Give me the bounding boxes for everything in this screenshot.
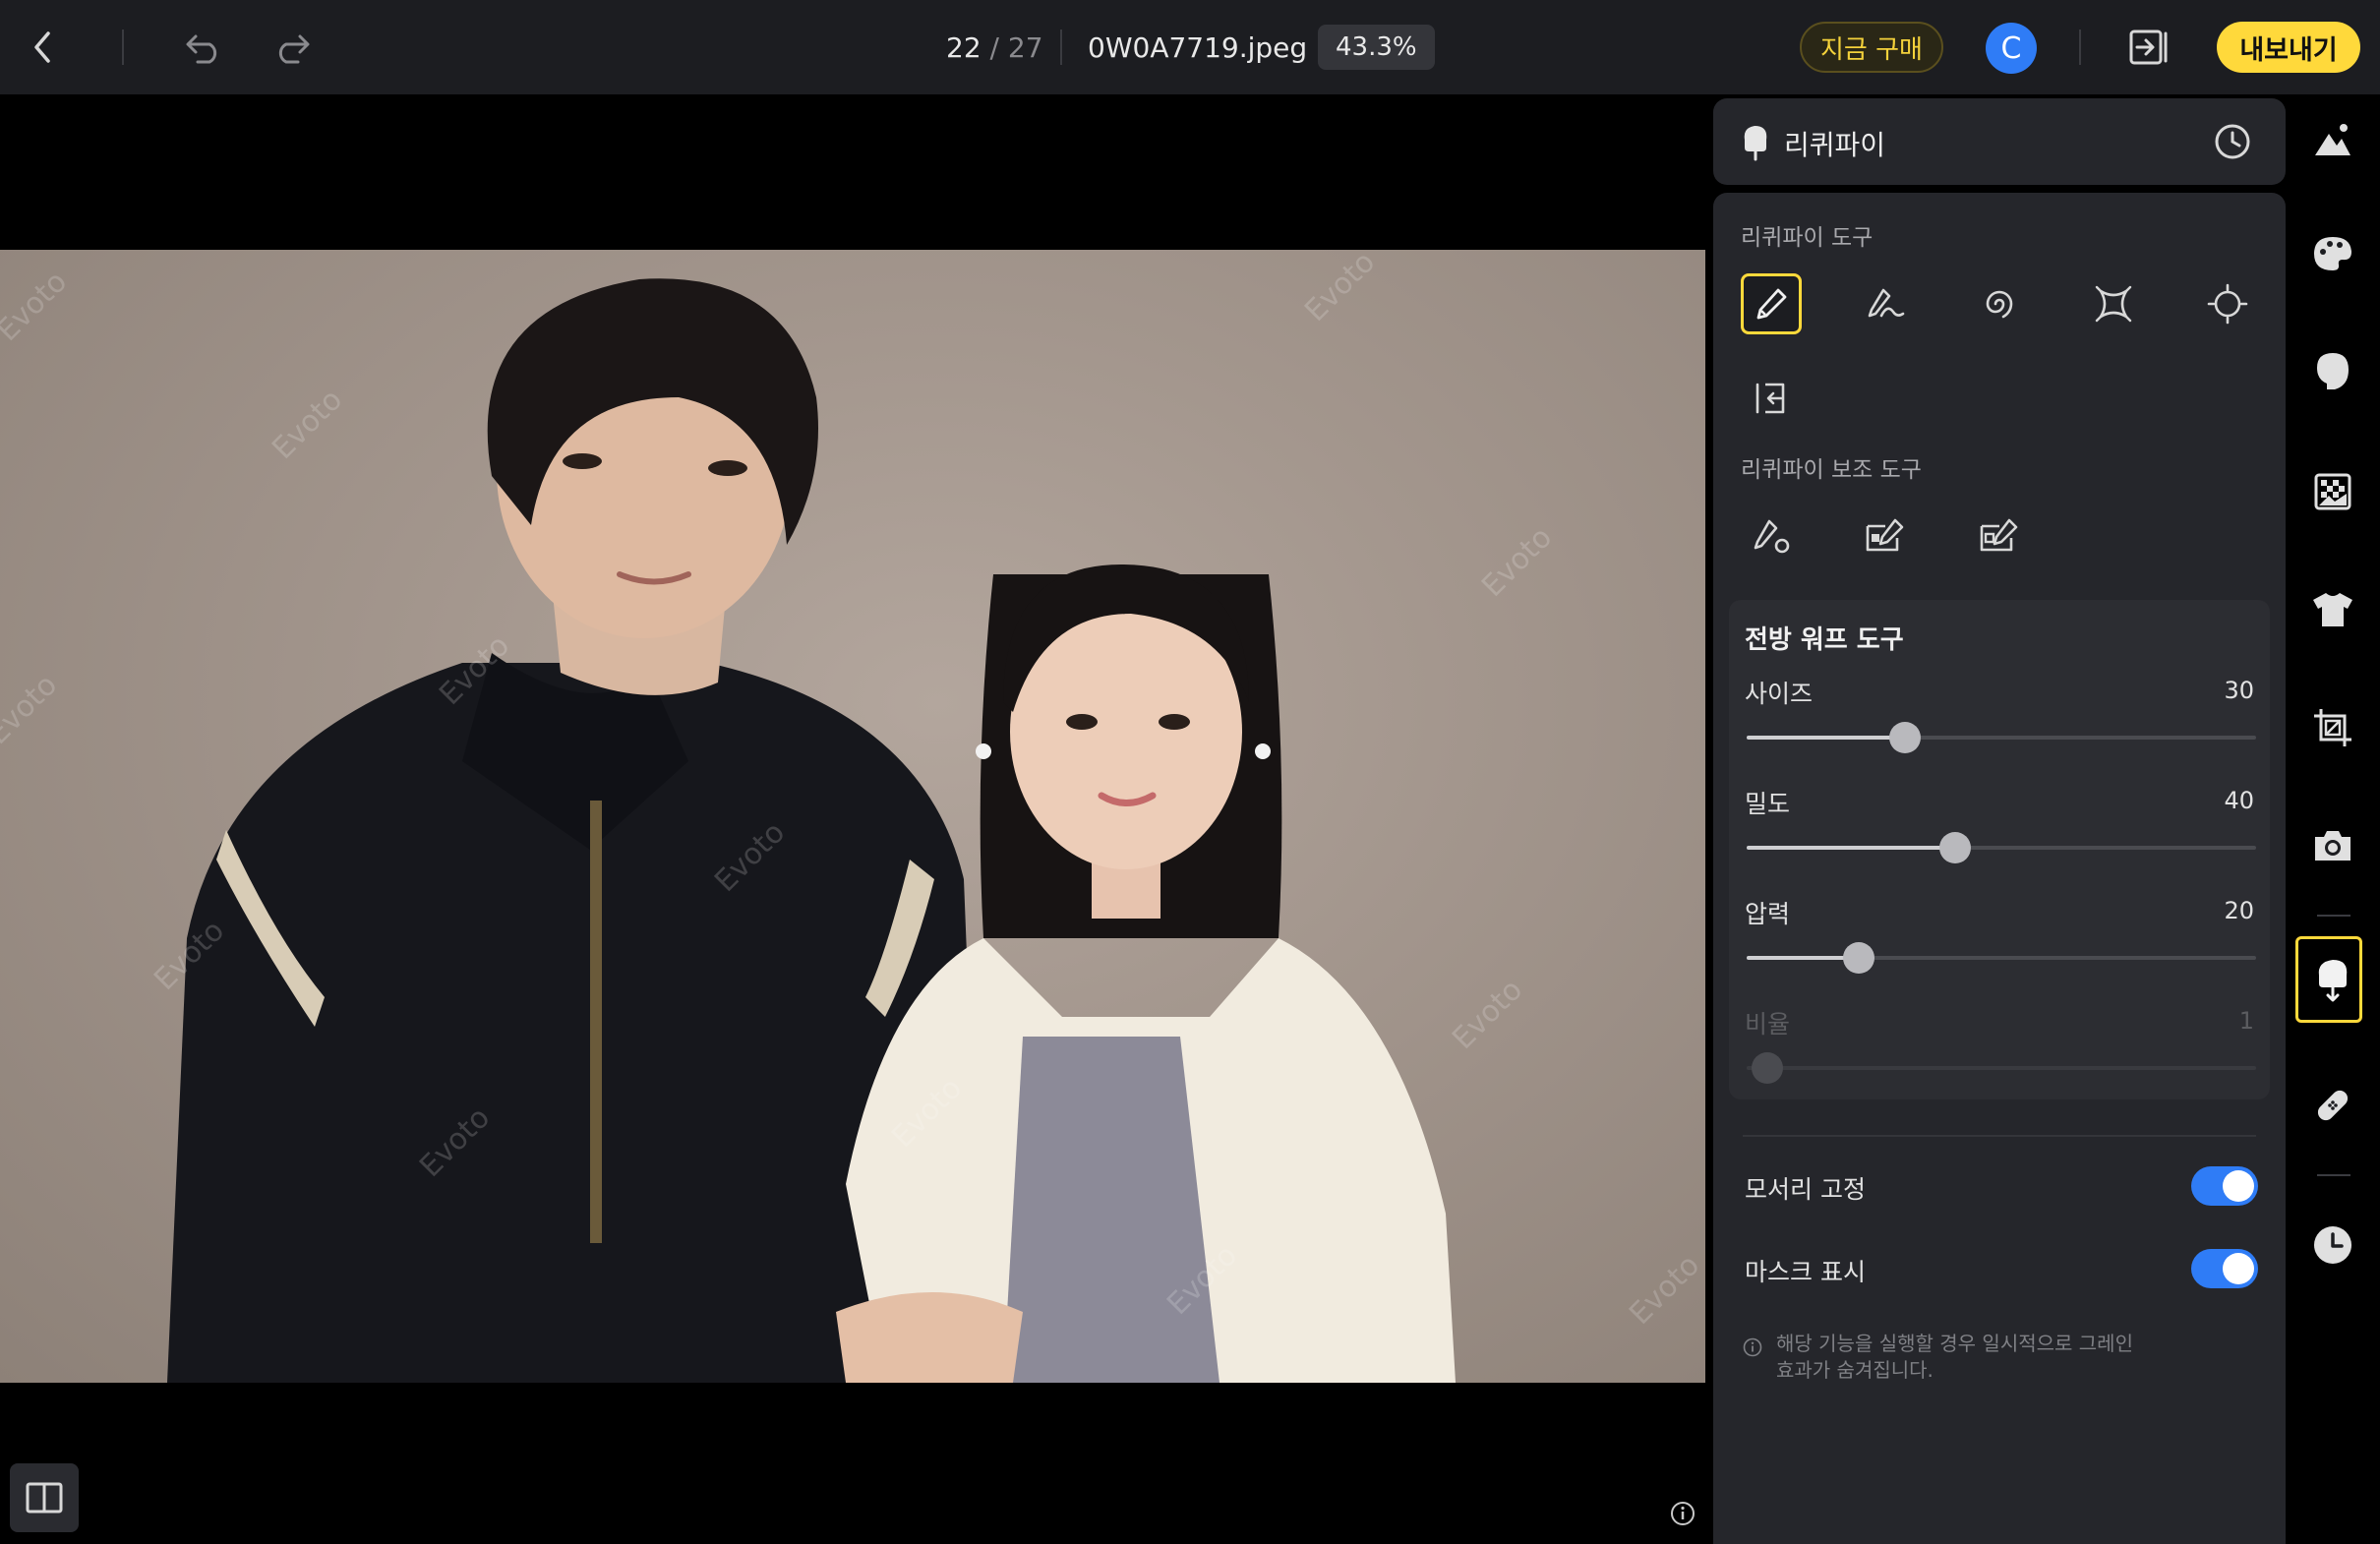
show-mask-label: 마스크 표시 [1745,1258,1866,1286]
info-icon [1743,1337,1762,1357]
file-name: 0W0A7719.jpeg [1088,30,1308,64]
slider-knob [1751,1052,1783,1084]
top-toolbar: 22 / 27 0W0A7719.jpeg 43.3% 지금 구매 C 내보내기 [0,0,2380,94]
export-button[interactable]: 내보내기 [2217,22,2360,73]
rail-separator [2317,1174,2350,1176]
slider-fill [1747,736,1905,740]
density-slider[interactable] [1747,832,2256,863]
ratio-slider [1747,1052,2256,1084]
liquify-panel-header: 리퀴파이 [1713,98,2286,185]
warp-title: 전방 워프 도구 [1745,625,1904,655]
pucker-icon[interactable] [2083,273,2144,334]
slider-knob[interactable] [1888,722,1921,753]
liquify-hand-icon [1739,122,1774,161]
freeze-brush-icon[interactable] [1741,505,1802,566]
counter-separator: / [981,30,1008,64]
note-line: 효과가 숨겨집니다. [1776,1358,1934,1382]
reconstruct-brush-icon[interactable] [1855,273,1916,334]
density-label: 밀도 [1745,790,1791,818]
slider-knob[interactable] [1842,942,1874,974]
counter-current: 22 [946,30,982,64]
user-avatar[interactable]: C [1986,23,2037,74]
liquify-hand-icon[interactable] [2307,954,2358,1005]
push-left-icon[interactable] [1741,368,1802,429]
freeze-mask-icon[interactable] [1855,505,1916,566]
image-canvas[interactable]: Evoto Evoto Evoto Evoto Evoto Evoto Evot… [0,94,1705,1544]
image-counter: 22 / 27 [946,0,1043,94]
photo-preview[interactable]: Evoto Evoto Evoto Evoto Evoto Evoto Evot… [0,250,1705,1383]
tshirt-icon[interactable] [2307,584,2358,635]
thaw-mask-icon[interactable] [1969,505,2030,566]
history-clock-icon[interactable] [2307,1219,2358,1271]
counter-total: 27 [1007,30,1043,64]
slider-fill [1747,956,1859,960]
liquify-tools-label: 리퀴파이 도구 [1741,225,1874,251]
crop-icon[interactable] [2307,702,2358,753]
panel-divider [1743,1135,2256,1137]
pressure-slider[interactable] [1747,942,2256,974]
panel-collapse-icon[interactable] [2126,24,2173,71]
aux-tools-label: 리퀴파이 보조 도구 [1741,457,1922,483]
toolbar-separator [2079,30,2081,65]
ratio-label: 비율 [1745,1010,1791,1039]
size-label: 사이즈 [1745,680,1814,708]
pin-edges-toggle[interactable] [2191,1166,2258,1206]
bloat-icon[interactable] [2197,273,2258,334]
ratio-value: 1 [2238,1007,2254,1035]
back-icon[interactable] [20,24,67,71]
slider-knob[interactable] [1939,832,1972,863]
redo-icon[interactable] [268,24,315,71]
toolbar-separator [1060,30,1062,65]
liquify-panel: 리퀴파이 도구 리퀴파이 보조 도구 전방 워프 도구 사이즈 30 밀도 40… [1713,193,2286,1544]
info-icon[interactable] [1668,1499,1697,1528]
camera-icon[interactable] [2307,820,2358,871]
clock-icon[interactable] [2213,122,2252,161]
slider-fill [1747,846,1956,850]
size-slider[interactable] [1747,722,2256,753]
pin-edges-label: 모서리 고정 [1745,1175,1866,1204]
forward-warp-brush-icon[interactable] [1741,273,1802,334]
note-line: 해당 기능을 실행할 경우 일시적으로 그레인 [1776,1332,2133,1355]
show-mask-toggle[interactable] [2191,1249,2258,1288]
adjust-mountain-icon[interactable] [2307,114,2358,165]
palette-icon[interactable] [2307,228,2358,279]
twirl-icon[interactable] [1969,273,2030,334]
buy-now-button[interactable]: 지금 구매 [1800,22,1943,73]
pressure-value: 20 [2224,897,2254,924]
panel-title: 리퀴파이 [1784,129,1886,161]
compare-split-icon[interactable] [10,1463,79,1532]
bandage-icon[interactable] [2307,1080,2358,1131]
photo-illustration [167,278,1456,1383]
background-checker-icon[interactable] [2307,466,2358,517]
zoom-level[interactable]: 43.3% [1318,25,1435,70]
size-value: 30 [2224,677,2254,704]
rail-separator [2317,915,2350,917]
density-value: 40 [2224,787,2254,814]
forward-warp-settings: 전방 워프 도구 사이즈 30 밀도 40 압력 20 비율 1 [1729,600,2270,1099]
toolbar-separator [122,30,124,65]
pressure-label: 압력 [1745,900,1791,928]
undo-icon[interactable] [181,24,228,71]
grain-hidden-note: 해당 기능을 실행할 경우 일시적으로 그레인 효과가 숨겨집니다. [1776,1331,2189,1384]
face-head-icon[interactable] [2307,346,2358,397]
